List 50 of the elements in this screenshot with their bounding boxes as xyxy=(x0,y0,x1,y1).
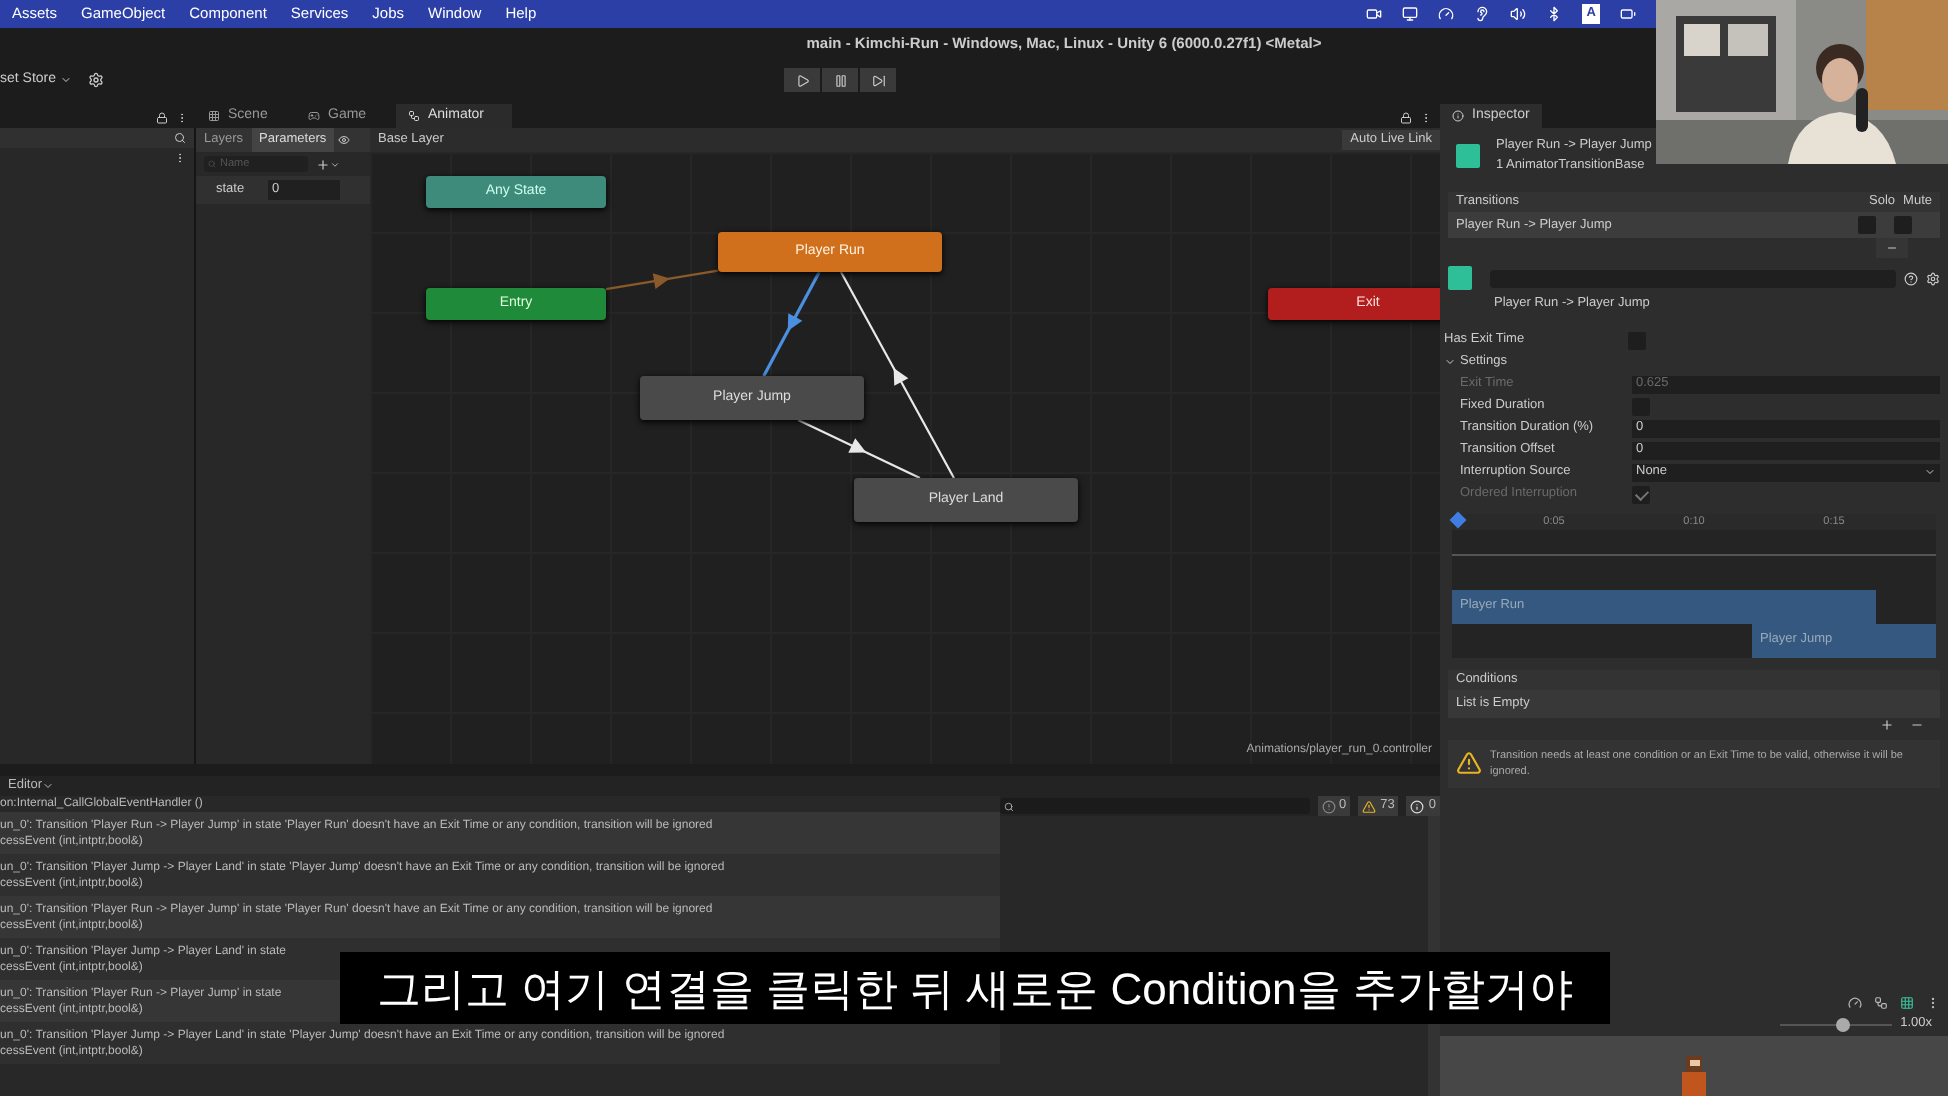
battery-icon xyxy=(1620,6,1636,22)
warning-icon xyxy=(1362,799,1377,813)
caret-icon xyxy=(1444,356,1456,369)
caret-icon xyxy=(41,780,54,792)
minus-icon xyxy=(1886,242,1898,254)
volume-icon xyxy=(1510,6,1527,22)
play-button[interactable] xyxy=(784,68,821,92)
pause-icon xyxy=(833,73,848,87)
caret-icon xyxy=(60,74,73,86)
node-graph-icon xyxy=(408,110,420,122)
error-icon xyxy=(1321,799,1336,813)
checkbox[interactable] xyxy=(1894,216,1912,234)
help-icon xyxy=(1904,271,1918,285)
pause-button[interactable] xyxy=(822,68,859,92)
info-icon xyxy=(1452,110,1464,122)
eye-icon xyxy=(338,134,351,146)
grid-icon xyxy=(208,110,220,122)
search-icon xyxy=(1004,801,1014,811)
plus-icon xyxy=(316,157,330,171)
camera-icon xyxy=(1366,6,1383,22)
transition-arrow[interactable] xyxy=(762,271,821,377)
settings-icon xyxy=(1926,271,1940,285)
transition-icon xyxy=(1448,266,1472,290)
bluetooth-icon xyxy=(1546,6,1563,22)
gauge-icon xyxy=(1848,995,1862,1009)
settings-icon[interactable] xyxy=(88,72,105,88)
caret-icon xyxy=(1924,466,1936,479)
lock-icon xyxy=(156,112,168,124)
screen-icon xyxy=(1402,6,1419,22)
search-field[interactable] xyxy=(1000,798,1310,814)
menu-icon xyxy=(1926,995,1940,1009)
checkbox[interactable] xyxy=(1858,216,1876,234)
add-parameter-button[interactable] xyxy=(316,157,340,171)
remove-button[interactable] xyxy=(1876,238,1908,258)
gauge-icon xyxy=(1438,6,1455,22)
play-icon xyxy=(795,73,810,87)
pivot-icon xyxy=(1874,995,1888,1009)
search-icon xyxy=(174,132,186,144)
add-icon xyxy=(1880,717,1894,732)
info-icon xyxy=(1410,799,1425,813)
step-icon xyxy=(871,73,886,87)
subtitle-caption: 그리고 여기 연결을 클릭한 뒤 새로운 Condition을 추가할거야 xyxy=(340,952,1610,1024)
lock-icon xyxy=(1400,112,1412,124)
ear-icon xyxy=(1474,6,1491,22)
gamepad-icon xyxy=(308,110,320,122)
warning-icon xyxy=(1456,750,1482,777)
caret-icon xyxy=(330,159,340,169)
step-button[interactable] xyxy=(860,68,897,92)
playhead-marker xyxy=(1449,511,1467,528)
transition-icon xyxy=(1456,144,1480,168)
